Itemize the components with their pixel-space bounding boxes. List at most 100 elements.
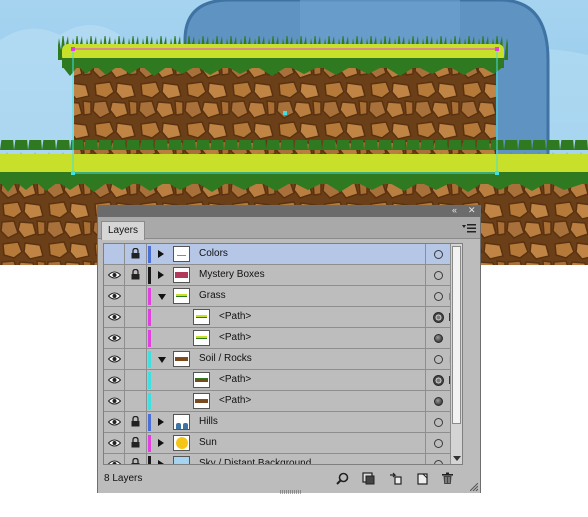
lock-toggle[interactable] xyxy=(125,370,147,390)
create-new-layer-icon[interactable] xyxy=(416,472,429,485)
target-indicator-icon[interactable] xyxy=(434,334,443,343)
layer-name[interactable]: <Path> xyxy=(219,374,251,386)
scrollbar-thumb[interactable] xyxy=(452,246,461,424)
layer-color-bar xyxy=(148,456,151,464)
layer-row[interactable]: Mystery Boxes xyxy=(104,265,462,286)
layer-thumbnail xyxy=(173,267,190,283)
lock-icon xyxy=(131,437,140,448)
visibility-toggle[interactable] xyxy=(104,244,125,264)
target-indicator-icon[interactable] xyxy=(434,250,443,259)
visibility-toggle[interactable] xyxy=(104,307,125,327)
panel-footer: 8 Layers xyxy=(98,467,480,494)
tab-layers[interactable]: Layers xyxy=(101,221,146,240)
layer-color-bar xyxy=(148,393,151,410)
expand-triangle-closed-icon[interactable] xyxy=(158,271,164,279)
layer-row[interactable]: <Path> xyxy=(104,370,462,391)
target-indicator-icon[interactable] xyxy=(434,418,443,427)
layer-row[interactable]: Soil / Rocks xyxy=(104,349,462,370)
visibility-toggle[interactable] xyxy=(104,349,125,369)
expand-triangle-open-icon[interactable] xyxy=(158,357,166,363)
layer-thumbnail xyxy=(193,372,210,388)
layer-row[interactable]: <Path> xyxy=(104,391,462,412)
lock-icon xyxy=(131,416,140,427)
target-column-divider xyxy=(425,412,426,432)
target-column-divider xyxy=(425,349,426,369)
panel-titlebar[interactable]: « ✕ xyxy=(98,205,480,217)
trash-icon[interactable] xyxy=(441,472,454,485)
lock-icon xyxy=(131,458,140,464)
layer-name[interactable]: Grass xyxy=(199,290,226,302)
layer-row[interactable]: Hills xyxy=(104,412,462,433)
locate-object-icon[interactable] xyxy=(336,472,349,485)
visibility-toggle[interactable] xyxy=(104,454,125,464)
layer-thumbnail xyxy=(173,456,190,464)
layer-name[interactable]: Colors xyxy=(199,248,228,260)
eye-icon xyxy=(108,376,121,384)
layer-row[interactable]: Colors xyxy=(104,244,462,265)
target-indicator-icon[interactable] xyxy=(434,460,443,464)
create-sublayer-icon[interactable] xyxy=(389,472,402,485)
layer-name[interactable]: <Path> xyxy=(219,332,251,344)
layer-name[interactable]: <Path> xyxy=(219,311,251,323)
target-column-divider xyxy=(425,433,426,453)
target-column-divider xyxy=(425,265,426,285)
visibility-toggle[interactable] xyxy=(104,265,125,285)
expand-triangle-open-icon[interactable] xyxy=(158,294,166,300)
expand-triangle-closed-icon[interactable] xyxy=(158,250,164,258)
expand-triangle-closed-icon[interactable] xyxy=(158,418,164,426)
layer-color-bar xyxy=(148,372,151,389)
panel-menu-icon[interactable] xyxy=(462,223,476,233)
resize-corner-icon[interactable] xyxy=(470,483,478,491)
lock-toggle[interactable] xyxy=(125,328,147,348)
layer-row[interactable]: <Path> xyxy=(104,307,462,328)
layer-name[interactable]: Sun xyxy=(199,437,217,449)
visibility-toggle[interactable] xyxy=(104,412,125,432)
layer-color-bar xyxy=(148,309,151,326)
layer-row[interactable]: Grass xyxy=(104,286,462,307)
lock-toggle[interactable] xyxy=(125,286,147,306)
double-chevron-left-icon[interactable]: « xyxy=(452,205,457,216)
lock-toggle[interactable] xyxy=(125,307,147,327)
lock-toggle[interactable] xyxy=(125,391,147,411)
target-indicator-icon[interactable] xyxy=(433,312,444,323)
layer-name[interactable]: Mystery Boxes xyxy=(199,269,265,281)
layer-row[interactable]: <Path> xyxy=(104,328,462,349)
eye-icon xyxy=(108,334,121,342)
visibility-toggle[interactable] xyxy=(104,391,125,411)
lock-toggle[interactable] xyxy=(125,349,147,369)
layer-thumbnail xyxy=(173,288,190,304)
scroll-down-arrow-icon[interactable] xyxy=(453,456,461,461)
target-indicator-icon[interactable] xyxy=(434,355,443,364)
layer-name[interactable]: Soil / Rocks xyxy=(199,353,252,365)
panel-resize-grip-icon[interactable] xyxy=(280,490,302,494)
make-clipping-mask-icon[interactable] xyxy=(362,472,375,485)
target-indicator-icon[interactable] xyxy=(433,375,444,386)
expand-triangle-closed-icon[interactable] xyxy=(158,460,164,464)
layer-row[interactable]: Sky / Distant Background xyxy=(104,454,462,464)
layer-thumbnail xyxy=(173,246,190,262)
visibility-toggle[interactable] xyxy=(104,433,125,453)
target-column-divider xyxy=(425,286,426,306)
target-indicator-icon[interactable] xyxy=(434,439,443,448)
visibility-toggle[interactable] xyxy=(104,286,125,306)
layer-list-scrollbar[interactable] xyxy=(450,244,462,464)
expand-triangle-closed-icon[interactable] xyxy=(158,439,164,447)
visibility-toggle[interactable] xyxy=(104,370,125,390)
layer-name[interactable]: Sky / Distant Background xyxy=(199,458,311,464)
target-column-divider xyxy=(425,244,426,264)
target-indicator-icon[interactable] xyxy=(434,271,443,280)
layer-color-bar xyxy=(148,414,151,431)
layer-color-bar xyxy=(148,330,151,347)
layer-row[interactable]: Sun xyxy=(104,433,462,454)
visibility-toggle[interactable] xyxy=(104,328,125,348)
target-indicator-icon[interactable] xyxy=(434,292,443,301)
layer-name[interactable]: Hills xyxy=(199,416,218,428)
layer-count-label: 8 Layers xyxy=(104,473,143,484)
eye-icon xyxy=(108,439,121,447)
target-indicator-icon[interactable] xyxy=(434,397,443,406)
layer-name[interactable]: <Path> xyxy=(219,395,251,407)
layer-list: Colors Mystery Boxes Grass <Path> <Path> Soil… xyxy=(103,243,463,465)
close-icon[interactable]: ✕ xyxy=(468,205,476,216)
layer-thumbnail xyxy=(193,393,210,409)
target-column-divider xyxy=(425,391,426,411)
